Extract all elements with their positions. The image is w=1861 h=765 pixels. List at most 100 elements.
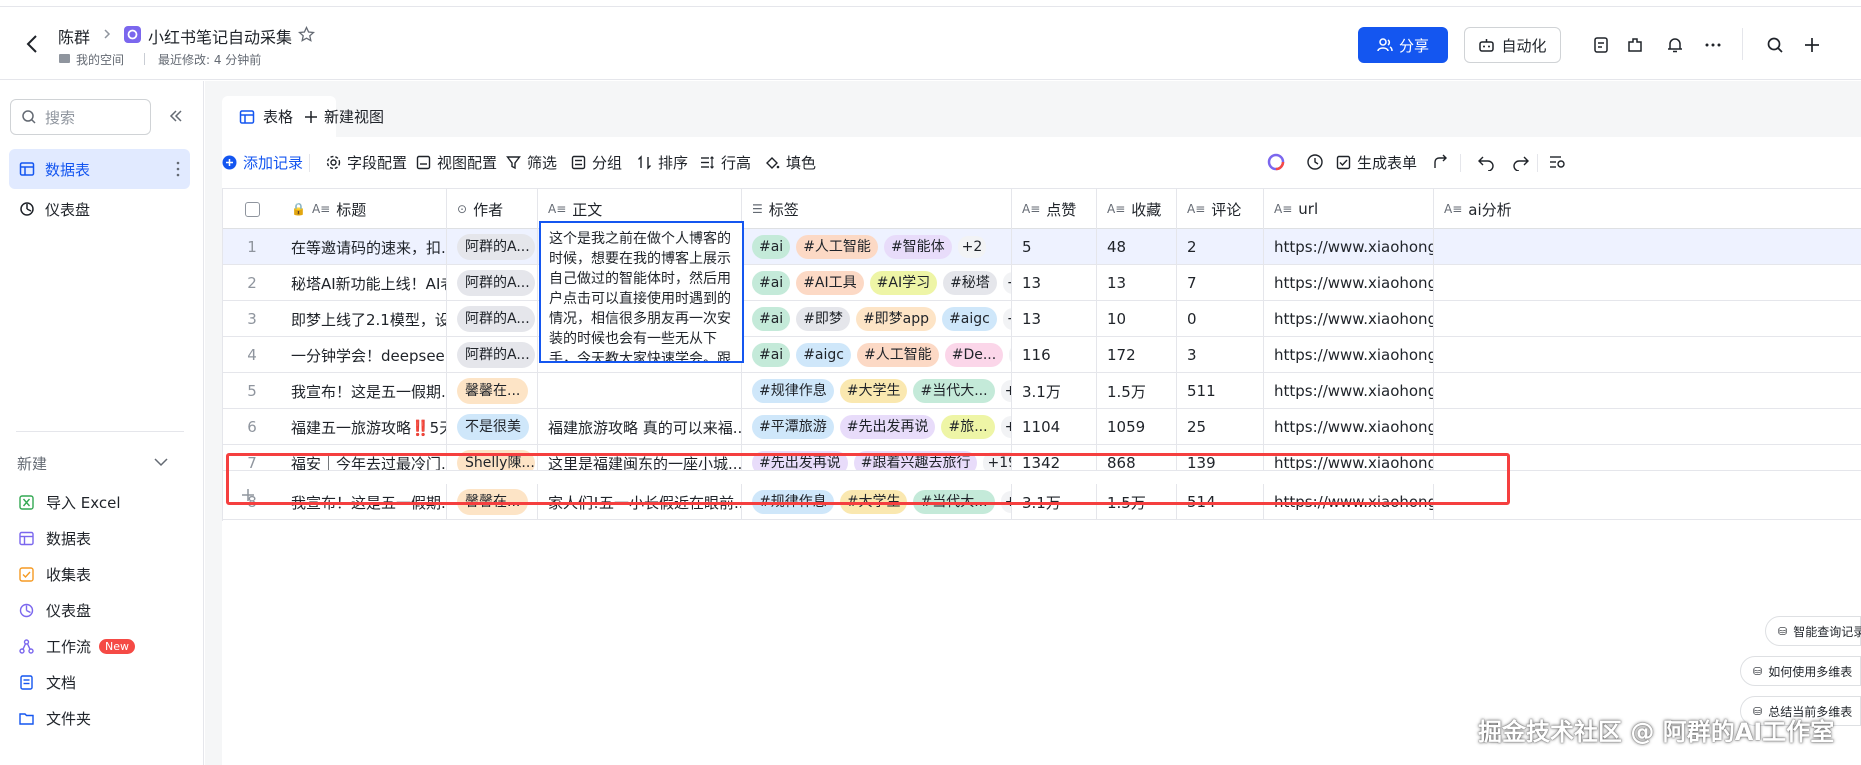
breadcrumb-owner[interactable]: 陈群 (58, 24, 90, 48)
table-row[interactable]: 5 我宣布！这是五一假期... 馨馨在... #规律作息#大学生#当代大...+2 3.… (223, 373, 1861, 409)
col-header-tags[interactable]: ☰ 标签 (742, 189, 1012, 229)
cell-tags[interactable]: #ai#aigc#人工智能#De...+4 (742, 337, 1012, 372)
cell-num[interactable]: 5 (223, 373, 281, 408)
cell-author[interactable]: 阿群的A... (447, 229, 538, 264)
table-row[interactable]: 1 在等邀请码的速来，扣... 阿群的A... #ai #人工智能 #智能体 +2 5 48 2 h… (223, 229, 1861, 265)
cell-url[interactable]: https://www.xiaohongs... (1264, 229, 1434, 264)
cell-title[interactable]: 即梦上线了2.1模型，设... (281, 301, 447, 336)
cell-author[interactable]: 阿群的A... (447, 337, 538, 372)
cell-title[interactable]: 福建五一旅游攻略‼️5天... (281, 409, 447, 444)
collapse-sidebar-icon[interactable] (168, 108, 184, 124)
cell-num[interactable]: 6 (223, 409, 281, 444)
cell-title[interactable]: 在等邀请码的速来，扣... (281, 229, 447, 264)
table-row[interactable]: 3 即梦上线了2.1模型，设... 阿群的A... #ai #即梦 #即梦app #aigc… (223, 301, 1861, 337)
cell-num[interactable]: 4 (223, 337, 281, 372)
sidebar-item-datatable[interactable]: 数据表 (9, 149, 190, 189)
cell-fav[interactable]: 1.5万 (1097, 373, 1177, 408)
share-button[interactable]: 分享 (1358, 27, 1448, 63)
cell-comments[interactable]: 0 (1177, 301, 1264, 336)
cell-fav[interactable]: 1059 (1097, 409, 1177, 444)
create-workflow[interactable]: 工作流 New (18, 634, 136, 658)
share-export-icon[interactable] (1432, 153, 1450, 171)
ai-assistant-icon[interactable] (1267, 153, 1285, 171)
field-config-button[interactable]: 字段配置 (326, 152, 407, 173)
history-icon[interactable] (1306, 153, 1324, 171)
cell-ai[interactable] (1434, 409, 1861, 444)
col-header-author[interactable]: ⊙ 作者 (447, 189, 538, 229)
chevron-down-icon[interactable] (152, 453, 170, 471)
cell-tags[interactable]: #规律作息#大学生#当代大...+2 (742, 373, 1012, 408)
col-header-title[interactable]: 🔒 A≡ 标题 (281, 189, 447, 229)
create-doc[interactable]: 文档 (18, 670, 76, 694)
search-icon[interactable] (1764, 34, 1786, 56)
star-icon[interactable] (298, 26, 315, 43)
plus-icon[interactable] (1801, 34, 1823, 56)
space-label[interactable]: 我的空间 (76, 51, 124, 68)
cell-likes[interactable]: 1104 (1012, 409, 1097, 444)
add-record-button[interactable]: 添加记录 (222, 152, 303, 173)
table-row[interactable]: 4 一分钟学会！deepseek-... 阿群的A... #ai#aigc#人工智能#… (223, 337, 1861, 373)
cell-url[interactable]: https://www.xiaohongs... (1264, 409, 1434, 444)
col-header-likes[interactable]: A≡ 点赞 (1012, 189, 1097, 229)
cell-tags[interactable]: #平潭旅游#先出发再说#旅...+7 (742, 409, 1012, 444)
group-button[interactable]: 分组 (571, 152, 622, 173)
cell-title[interactable]: 一分钟学会！deepseek-... (281, 337, 447, 372)
cell-ai[interactable] (1434, 373, 1861, 408)
table-row[interactable]: 2 秘塔AI新功能上线！AI老... 阿群的A... #ai#AI工具#AI学习#秘塔… (223, 265, 1861, 301)
cell-title[interactable]: 秘塔AI新功能上线！AI老... (281, 265, 447, 300)
filter-button[interactable]: 筛选 (506, 152, 557, 173)
cell-num[interactable]: 3 (223, 301, 281, 336)
cell-url[interactable]: https://www.xiaohongs... (1264, 265, 1434, 300)
cell-ai[interactable] (1434, 337, 1861, 372)
generate-form-button[interactable]: 生成表单 (1336, 152, 1417, 173)
how-to-use-button[interactable]: ⛁ 如何使用多维表 (1740, 656, 1861, 686)
new-view-button[interactable]: 新建视图 (304, 106, 384, 127)
cell-ai[interactable] (1434, 229, 1861, 264)
cell-tags[interactable]: #ai#即梦#即梦app#aigc+5 (742, 301, 1012, 336)
cell-comments[interactable]: 2 (1177, 229, 1264, 264)
col-header-comments[interactable]: A≡ 评论 (1177, 189, 1264, 229)
row-height-button[interactable]: 行高 (700, 152, 751, 173)
cell-comments[interactable]: 3 (1177, 337, 1264, 372)
automation-button[interactable]: 自动化 (1464, 27, 1561, 63)
bell-icon[interactable] (1664, 34, 1686, 56)
table-row[interactable]: 6福建五一旅游攻略‼️5天...不是很美福建旅游攻略 真的可以来福...#平潭旅… (223, 409, 1861, 445)
col-header-favorites[interactable]: A≡ 收藏 (1097, 189, 1177, 229)
cell-likes[interactable]: 13 (1012, 301, 1097, 336)
col-header-ai[interactable]: A≡ ai分析 (1434, 189, 1861, 229)
plugin-icon[interactable] (1624, 34, 1646, 56)
undo-icon[interactable] (1477, 153, 1495, 171)
cell-author[interactable]: 阿群的A... (447, 301, 538, 336)
create-form[interactable]: 收集表 (18, 562, 91, 586)
cell-num[interactable]: 1 (223, 229, 281, 264)
view-config-button[interactable]: 视图配置 (416, 152, 497, 173)
cell-likes[interactable]: 3.1万 (1012, 373, 1097, 408)
cell-url[interactable]: https://www.xiaohongs... (1264, 373, 1434, 408)
cell-author[interactable]: 馨馨在... (447, 373, 538, 408)
select-all-checkbox[interactable] (244, 201, 260, 217)
cell-tags[interactable]: #ai #人工智能 #智能体 +2 (742, 229, 1012, 264)
cell-body[interactable] (538, 373, 742, 408)
create-datatable[interactable]: 数据表 (18, 526, 91, 550)
cell-num[interactable]: 2 (223, 265, 281, 300)
create-import-excel[interactable]: 导入 Excel (18, 490, 121, 514)
smart-query-button[interactable]: ⛁ 智能查询记录 (1765, 616, 1861, 646)
more-horizontal-icon[interactable] (1702, 34, 1724, 56)
find-replace-icon[interactable] (1549, 153, 1567, 171)
cell-ai[interactable] (1434, 265, 1861, 300)
cell-comments[interactable]: 25 (1177, 409, 1264, 444)
cell-author[interactable]: 阿群的A... (447, 265, 538, 300)
cell-ai[interactable] (1434, 301, 1861, 336)
cell-comments[interactable]: 511 (1177, 373, 1264, 408)
sidebar-search-input[interactable]: 搜索 (10, 99, 151, 135)
cell-body[interactable]: 福建旅游攻略 真的可以来福... (538, 409, 742, 444)
cell-url[interactable]: https://www.xiaohongs... (1264, 337, 1434, 372)
cell-fav[interactable]: 13 (1097, 265, 1177, 300)
cell-likes[interactable]: 116 (1012, 337, 1097, 372)
cell-url[interactable]: https://www.xiaohongs... (1264, 301, 1434, 336)
more-vertical-icon[interactable] (176, 160, 180, 178)
cell-fav[interactable]: 10 (1097, 301, 1177, 336)
create-folder[interactable]: 文件夹 (18, 706, 91, 730)
redo-icon[interactable] (1512, 153, 1530, 171)
back-arrow-icon[interactable] (22, 33, 44, 55)
